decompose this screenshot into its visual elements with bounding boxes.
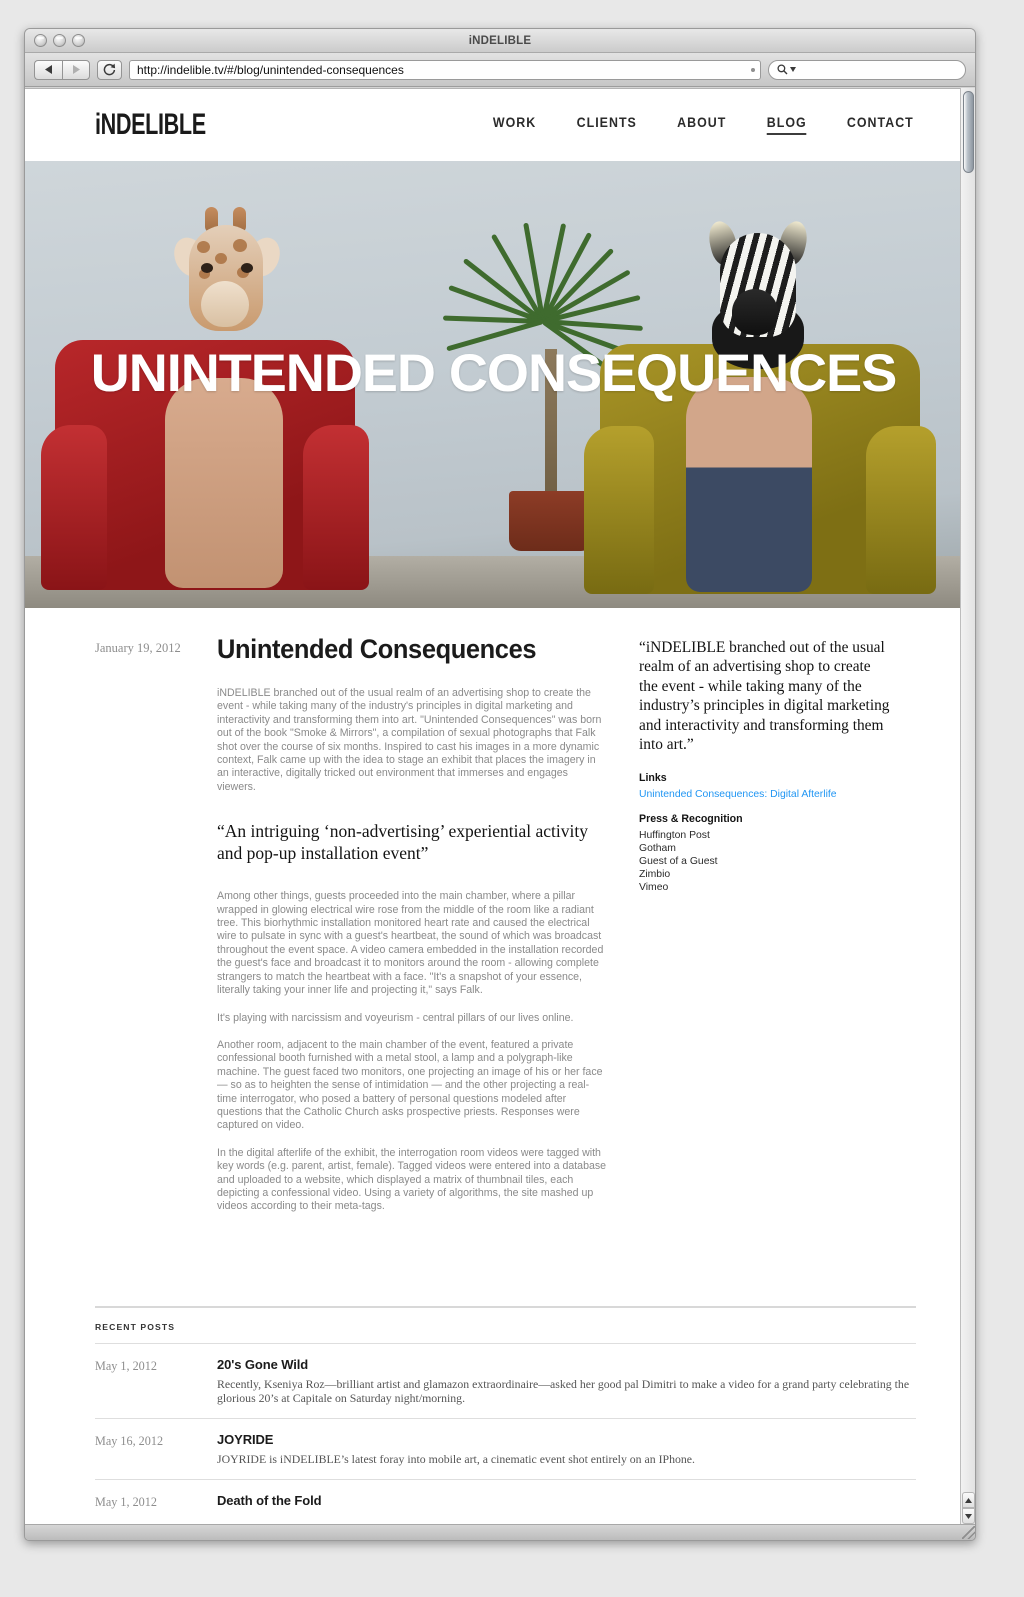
browser-window: iNDELIBLE http://indelible.tv/#/blog/uni…	[24, 28, 976, 1541]
zebra-mask-icon	[704, 217, 812, 369]
press-item: Zimbio	[639, 869, 671, 881]
press-list: Huffington Post Gotham Guest of a Guest …	[639, 830, 891, 895]
search-icon	[777, 64, 788, 75]
recent-post-row[interactable]: May 1, 2012 20's Gone Wild Recently, Kse…	[95, 1344, 916, 1418]
recent-post-body: Death of the Fold Back in the early days…	[217, 1493, 916, 1512]
recent-post-date: May 1, 2012	[95, 1494, 157, 1509]
nav-item-clients[interactable]: CLIENTS	[577, 115, 637, 135]
reload-button[interactable]	[97, 59, 122, 80]
nav-item-work[interactable]: WORK	[493, 115, 536, 135]
scroll-down-button[interactable]	[962, 1508, 975, 1524]
recent-posts-label: RECENT POSTS	[95, 1321, 176, 1332]
press-item: Gotham	[639, 843, 676, 855]
post-title: Unintended Consequences	[217, 634, 537, 664]
post-date: January 19, 2012	[95, 641, 181, 655]
window-title: iNDELIBLE	[468, 35, 532, 47]
url-input[interactable]	[130, 60, 760, 79]
nav-item-blog[interactable]: BLOG	[766, 115, 807, 135]
recent-post-title[interactable]: JOYRIDE	[217, 1432, 916, 1447]
post-paragraph-2: Among other things, guests proceeded int…	[217, 890, 604, 997]
seated-figure-right	[686, 377, 812, 592]
recent-post-body: JOYRIDE JOYRIDE is iNDELIBLE’s latest fo…	[217, 1432, 916, 1467]
back-button[interactable]	[34, 59, 62, 80]
vertical-scrollbar[interactable]	[960, 88, 975, 1526]
window-controls	[34, 34, 85, 47]
hero-banner: UNINTENDED CONSEQUENCES	[25, 161, 962, 608]
chevron-down-icon	[790, 67, 796, 72]
recent-post-row[interactable]: May 1, 2012 Death of the Fold Back in th…	[95, 1480, 916, 1512]
window-bottom-bar	[25, 1524, 975, 1540]
search-field[interactable]	[768, 59, 966, 80]
forward-button[interactable]	[62, 59, 90, 80]
site-header: iNDELIBLE WORK CLIENTS ABOUT BLOG CONTAC…	[25, 89, 962, 161]
post-paragraph-5: In the digital afterlife of the exhibit,…	[217, 1146, 607, 1213]
press-item: Guest of a Guest	[639, 856, 718, 868]
browser-viewport: iNDELIBLE WORK CLIENTS ABOUT BLOG CONTAC…	[25, 88, 975, 1526]
sidebar-press-heading: Press & Recognition	[639, 813, 743, 826]
address-bar[interactable]	[129, 59, 761, 80]
press-item: Vimeo	[639, 882, 669, 894]
nav-item-contact[interactable]: CONTACT	[847, 115, 914, 135]
article: January 19, 2012 Unintended Consequences…	[25, 608, 962, 1228]
post-paragraph-3: It's playing with narcissism and voyeuri…	[217, 1011, 574, 1024]
scroll-up-button[interactable]	[962, 1492, 975, 1508]
recent-post-excerpt: Recently, Kseniya Roz—brilliant artist a…	[217, 1376, 910, 1406]
close-button[interactable]	[34, 34, 47, 47]
navigation-buttons	[34, 59, 90, 80]
main-navigation: WORK CLIENTS ABOUT BLOG CONTACT	[491, 115, 917, 135]
seated-figure-left	[165, 378, 283, 588]
recent-post-row[interactable]: May 16, 2012 JOYRIDE JOYRIDE is iNDELIBL…	[95, 1419, 916, 1479]
press-item: Huffington Post	[639, 830, 710, 842]
recent-post-date: May 1, 2012	[95, 1358, 157, 1373]
article-sidebar: “iNDELIBLE branched out of the usual rea…	[639, 634, 891, 1228]
site-logo[interactable]: iNDELIBLE	[95, 108, 206, 142]
recent-post-date: May 16, 2012	[95, 1433, 164, 1448]
scrollbar-thumb[interactable]	[963, 91, 974, 173]
recent-post-body: 20's Gone Wild Recently, Kseniya Roz—bri…	[217, 1357, 916, 1406]
titlebar: iNDELIBLE	[25, 29, 975, 53]
nav-item-about[interactable]: ABOUT	[678, 115, 727, 135]
sidebar-link-digital-afterlife[interactable]: Unintended Consequences: Digital Afterli…	[639, 789, 891, 800]
recent-posts-section: RECENT POSTS May 1, 2012 20's Gone Wild …	[25, 1305, 962, 1512]
reader-indicator-icon	[751, 67, 755, 72]
web-page: iNDELIBLE WORK CLIENTS ABOUT BLOG CONTAC…	[25, 89, 962, 1512]
giraffe-mask-icon	[168, 207, 286, 335]
browser-toolbar	[25, 53, 975, 87]
sidebar-links-heading: Links	[639, 772, 667, 785]
recent-post-title[interactable]: 20's Gone Wild	[217, 1357, 916, 1372]
post-paragraph-4: Another room, adjacent to the main chamb…	[217, 1038, 603, 1132]
minimize-button[interactable]	[53, 34, 66, 47]
post-pull-quote: “An intriguing ‘non-advertising’ experie…	[217, 821, 588, 864]
recent-post-excerpt: JOYRIDE is iNDELIBLE’s latest foray into…	[217, 1451, 695, 1466]
hero-title: UNINTENDED CONSEQUENCES	[90, 344, 898, 403]
article-main-column: Unintended Consequences iNDELIBLE branch…	[217, 634, 609, 1228]
recent-post-title[interactable]: Death of the Fold	[217, 1493, 916, 1508]
sidebar-quote: “iNDELIBLE branched out of the usual rea…	[639, 639, 890, 754]
article-date-column: January 19, 2012	[95, 634, 217, 1228]
resize-grip[interactable]	[962, 1526, 975, 1539]
zoom-button[interactable]	[72, 34, 85, 47]
post-intro: iNDELIBLE branched out of the usual real…	[217, 687, 602, 793]
search-input[interactable]	[798, 62, 957, 77]
